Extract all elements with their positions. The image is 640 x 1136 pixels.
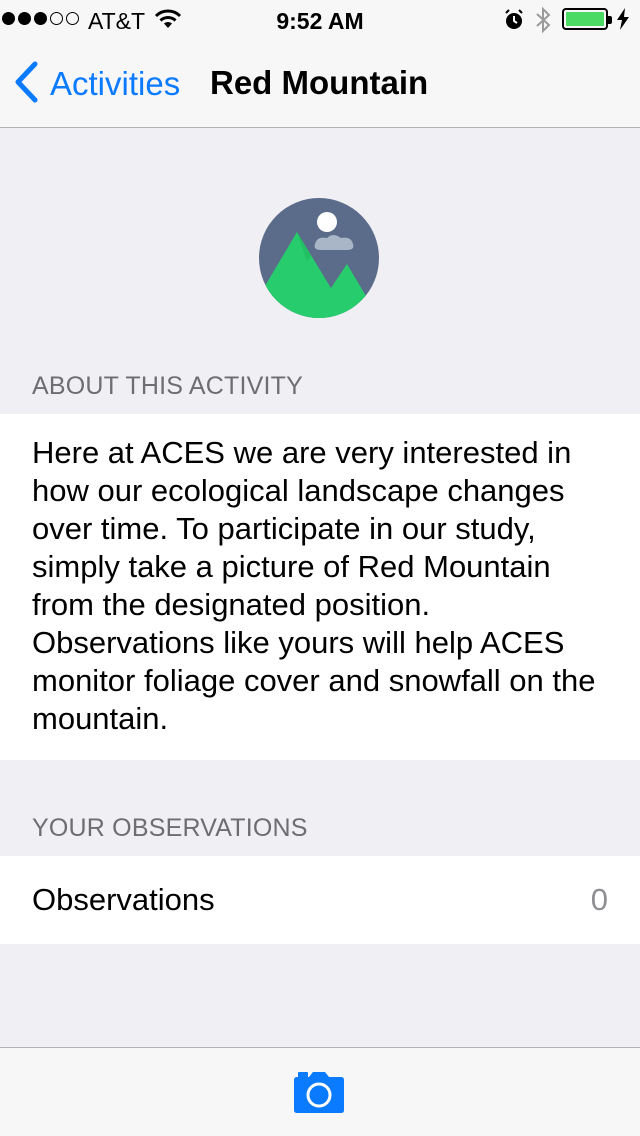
status-bar: AT&T 9:52 AM bbox=[0, 0, 640, 40]
back-button[interactable]: Activities bbox=[14, 60, 180, 108]
alarm-icon bbox=[504, 9, 524, 37]
observations-count: 0 bbox=[590, 882, 608, 917]
observations-section-header: YOUR OBSERVATIONS bbox=[32, 814, 308, 842]
screen: AT&T 9:52 AM Activities Red Mountain ABO… bbox=[0, 0, 640, 1136]
battery-nub bbox=[608, 16, 612, 24]
observations-row[interactable]: Observations 0 bbox=[0, 856, 640, 944]
back-button-label: Activities bbox=[50, 65, 181, 102]
battery-icon bbox=[562, 8, 612, 30]
about-card: Here at ACES we are very interested in h… bbox=[0, 414, 640, 760]
about-description: Here at ACES we are very interested in h… bbox=[32, 435, 596, 736]
battery-fill bbox=[566, 12, 604, 26]
charging-icon bbox=[616, 8, 630, 36]
chevron-left-icon bbox=[14, 61, 38, 108]
bottom-toolbar bbox=[0, 1047, 640, 1136]
bluetooth-icon bbox=[534, 6, 552, 40]
mountain-icon bbox=[259, 198, 379, 318]
observations-card: Observations 0 bbox=[0, 856, 640, 944]
about-section-header: ABOUT THIS ACTIVITY bbox=[32, 372, 303, 400]
observations-row-label: Observations bbox=[32, 882, 215, 917]
camera-icon[interactable] bbox=[292, 1070, 346, 1114]
page-title: Red Mountain bbox=[210, 64, 429, 101]
top-bar: AT&T 9:52 AM Activities Red Mountain bbox=[0, 0, 640, 128]
